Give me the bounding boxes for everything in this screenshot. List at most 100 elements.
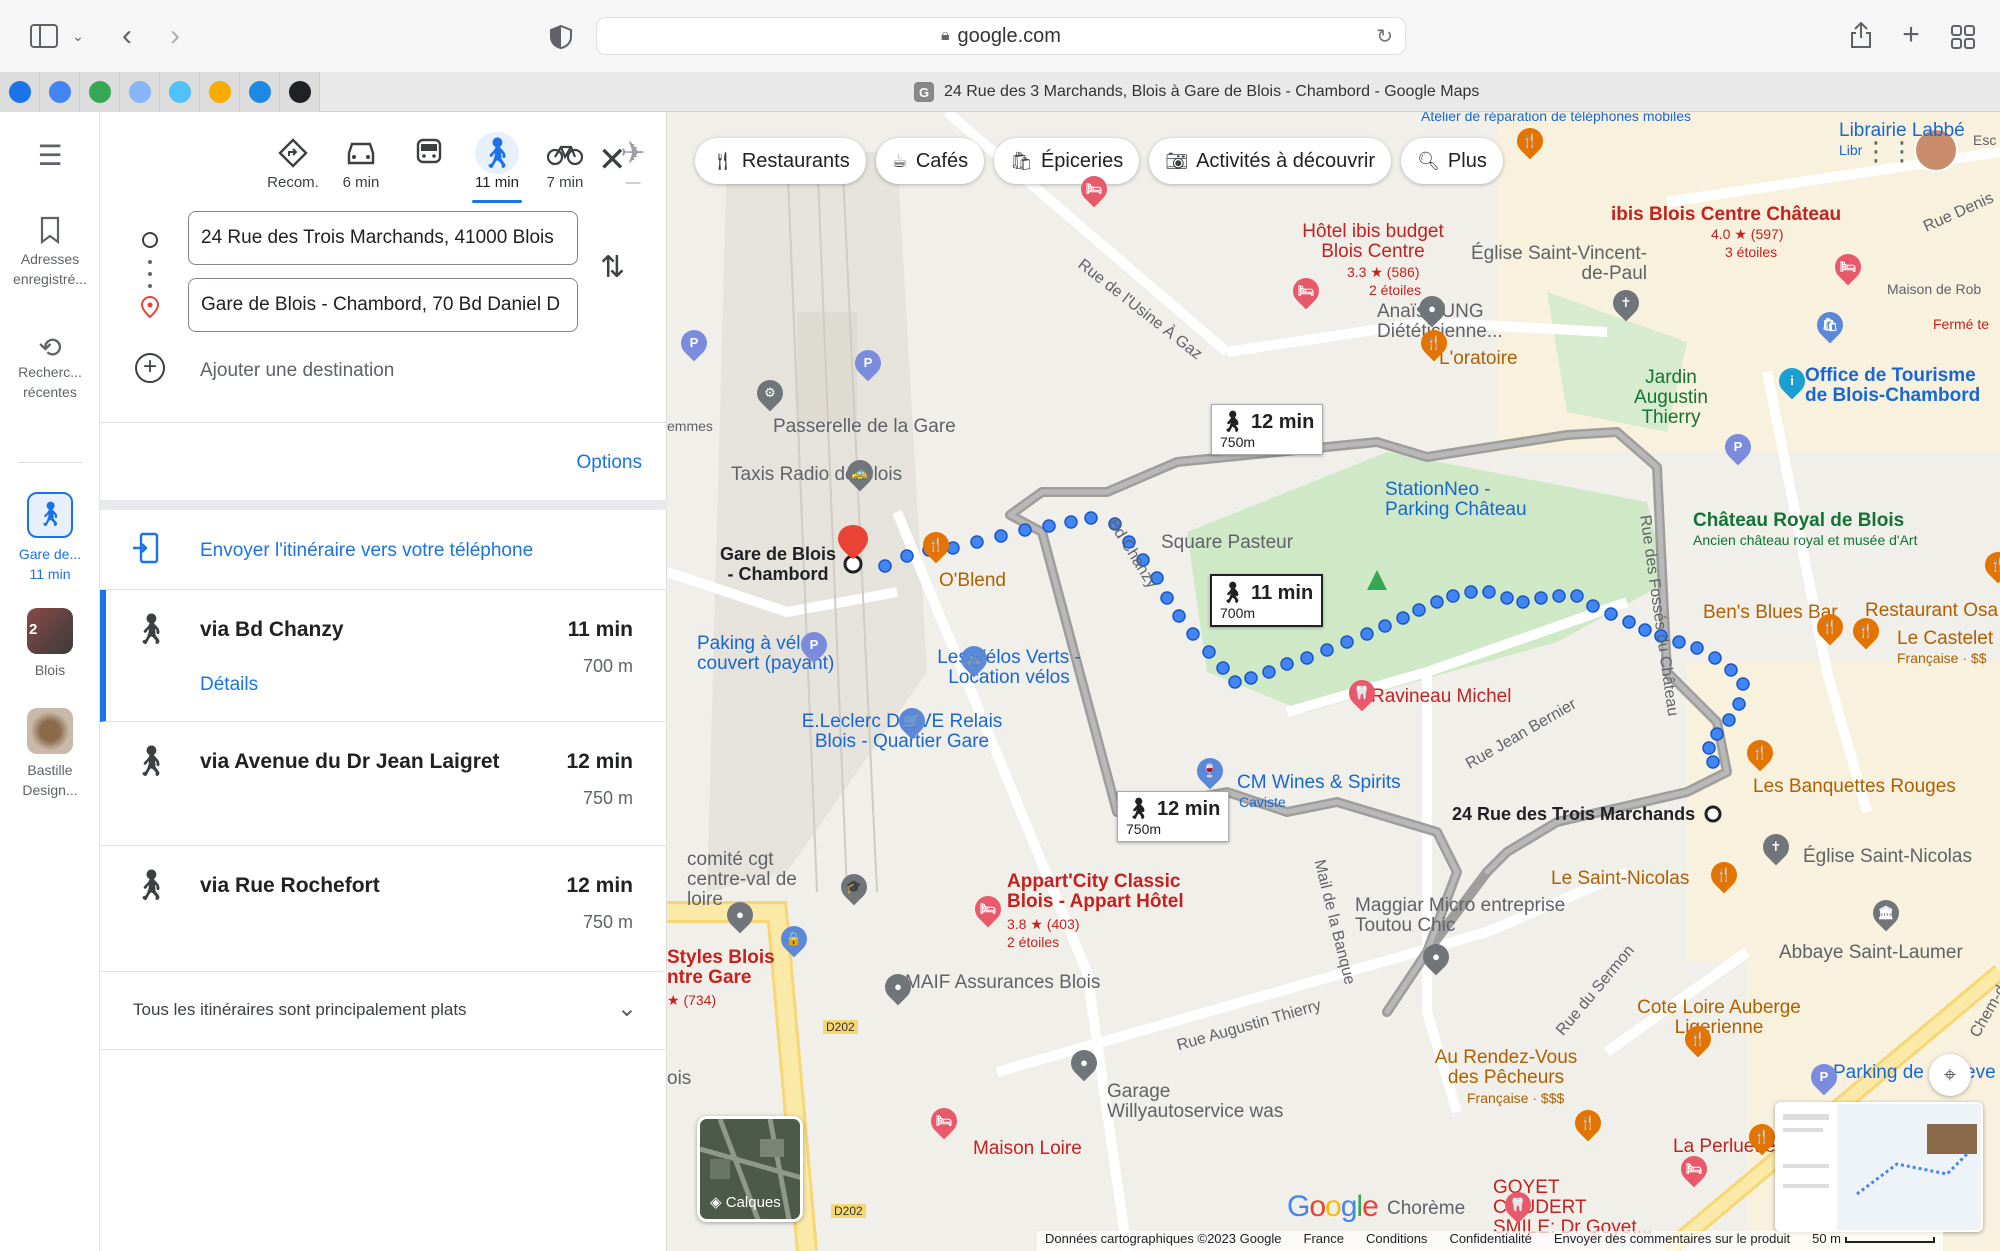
footer-terms[interactable]: Conditions — [1366, 1231, 1427, 1251]
maison-loire-label[interactable]: Maison Loire — [973, 1138, 1082, 1160]
origin-input[interactable]: 24 Rue des Trois Marchands, 41000 Blois — [188, 211, 578, 265]
banquettes-label[interactable]: Les Banquettes Rouges — [1753, 776, 1956, 798]
share-icon[interactable] — [1846, 18, 1876, 52]
velos-label[interactable]: Les Vélos Verts - Location vélos — [929, 648, 1089, 688]
maison-rob-label[interactable]: Maison de Rob — [1887, 280, 1997, 298]
education-pin-icon[interactable]: 🎓 — [835, 868, 873, 906]
hotel-pin-icon[interactable]: 🛏 — [1287, 272, 1325, 310]
destination-input[interactable]: Gare de Blois - Chambord, 70 Bd Daniel D — [188, 278, 578, 332]
wine-pin-icon[interactable]: 🍷 — [1191, 752, 1229, 790]
route-time-box-2[interactable]: 🚶︎ 11 min 700m — [1210, 574, 1324, 627]
pinned-tab-3[interactable] — [80, 72, 120, 112]
chip-groceries[interactable]: 🛍︎ Épiceries — [994, 138, 1140, 184]
maif-label[interactable]: MAIF Assurances Blois — [905, 972, 1100, 994]
restaurant-pin-icon[interactable]: 🍴 — [1569, 1104, 1607, 1142]
recent-item-gare[interactable]: 🚶︎ Gare de... 11 min — [0, 492, 100, 584]
restaurant-pin-icon[interactable]: 🍴 — [1511, 122, 1549, 160]
comite-label[interactable]: comité cgt centre-val de loire — [687, 850, 827, 910]
anais-label[interactable]: Anaïs LUNG Diététicienne... — [1377, 302, 1517, 342]
hotel-pin-icon[interactable]: 🛏 — [1829, 248, 1867, 286]
restaurant-pin-icon[interactable]: 🍴 — [1741, 734, 1779, 772]
footer-country[interactable]: France — [1304, 1231, 1344, 1251]
stationeo-label[interactable]: StationNeo - Parking Château — [1385, 480, 1535, 520]
new-tab-icon[interactable]: + — [1896, 18, 1926, 52]
shop-pin-icon[interactable]: 🛍 — [1811, 306, 1849, 344]
parking-pin-icon[interactable]: P — [675, 324, 713, 362]
eglise-sn-label[interactable]: Église Saint-Nicolas — [1803, 846, 1972, 868]
chip-more[interactable]: 🔍︎ Plus — [1401, 138, 1503, 184]
footer-feedback[interactable]: Envoyer des commentaires sur le produit — [1554, 1231, 1790, 1251]
close-directions-icon[interactable]: ✕ — [598, 140, 627, 180]
mode-bike[interactable]: 7 min — [530, 132, 600, 191]
mode-walk[interactable]: 🚶︎ 11 min — [462, 132, 532, 203]
route-option-3[interactable]: 🚶︎ via Rue Rochefort 12 min 750 m — [100, 846, 667, 972]
route-time-box-1[interactable]: 🚶︎ 12 min 750m — [1211, 404, 1324, 455]
maggiar-label[interactable]: Maggiar Micro entreprise Toutou Chic — [1355, 896, 1575, 936]
cm-wines-label[interactable]: CM Wines & Spirits — [1237, 772, 1401, 794]
choreme-label[interactable]: Chorème — [1387, 1198, 1465, 1220]
restaurant-pin-icon[interactable]: 🍴 — [1847, 612, 1885, 650]
chateau-label[interactable]: Château Royal de Blois — [1693, 510, 1904, 532]
pinned-tab-2[interactable] — [40, 72, 80, 112]
parking-pin-icon[interactable]: P — [1805, 1058, 1843, 1096]
parking-pin-icon[interactable]: P — [849, 344, 887, 382]
landmark-pin-icon[interactable]: 🏛 — [1867, 894, 1905, 932]
my-location-button[interactable]: ⌖ — [1929, 1054, 1971, 1096]
jardin-label[interactable]: Jardin Augustin Thierry — [1631, 368, 1711, 428]
place-pin-icon[interactable]: ● — [1065, 1044, 1103, 1082]
route-time-box-3[interactable]: 🚶︎ 12 min 750m — [1117, 791, 1230, 842]
privacy-shield-icon[interactable] — [546, 22, 576, 52]
route-1-details-link[interactable]: Détails — [200, 674, 258, 696]
chip-cafes[interactable]: ☕︎ Cafés — [875, 138, 985, 184]
librairie-label[interactable]: Librairie Labbé — [1839, 120, 1965, 142]
atelier-label[interactable]: Atelier de réparation de téléphones mobi… — [1421, 112, 1691, 124]
hotel-pin-icon[interactable]: 🛏 — [969, 890, 1007, 928]
restaurant-pin-icon[interactable]: 🍴 — [1679, 1020, 1717, 1058]
options-button[interactable]: Options — [577, 452, 642, 474]
address-bar[interactable]: 🔒︎ google.com ↻ — [596, 17, 1406, 55]
ravineau-label[interactable]: Ravineau Michel — [1371, 686, 1511, 708]
styles-label[interactable]: Styles Blois ntre Gare — [667, 948, 777, 988]
swap-waypoints-icon[interactable]: ⇅ — [600, 250, 625, 285]
sidebar-toggle-icon[interactable] — [26, 20, 62, 52]
back-icon[interactable]: ‹ — [112, 19, 142, 52]
taxi-pin-icon[interactable]: 🚕 — [841, 454, 879, 492]
shop-pin-icon[interactable]: 🔒 — [775, 920, 813, 958]
chip-restaurants[interactable]: 🍴︎ Restaurants — [695, 138, 866, 184]
restaurant-pin-icon[interactable]: 🍴 — [917, 526, 955, 564]
start-address-label[interactable]: 24 Rue des Trois Marchands — [1452, 804, 1695, 825]
pinned-tab-7[interactable] — [240, 72, 280, 112]
bicycle-pin-icon[interactable]: 🚲 — [955, 640, 993, 678]
parking-pin-icon[interactable]: P — [795, 626, 833, 664]
mode-recommended[interactable]: Recom. — [258, 132, 328, 191]
pinned-tab-6[interactable] — [200, 72, 240, 112]
saint-nicolas-label[interactable]: Le Saint-Nicolas — [1551, 868, 1689, 890]
reload-icon[interactable]: ↻ — [1376, 24, 1393, 49]
map-canvas[interactable]: 🍴︎ Restaurants ☕︎ Cafés 🛍︎ Épiceries 📷︎ Acti… — [667, 112, 2000, 1251]
castelet-label[interactable]: Le Castelet — [1897, 628, 1993, 650]
eglise-svp-label[interactable]: Église Saint-Vincent-de-Paul — [1467, 244, 1647, 284]
place-pin-icon[interactable]: ● — [721, 896, 759, 934]
forward-icon[interactable]: › — [160, 19, 190, 52]
recent-searches-button[interactable]: ⟲ Recherc... récentes — [0, 334, 100, 402]
oblend-label[interactable]: O'Blend — [939, 570, 1006, 592]
street-view-preview[interactable] — [1775, 1102, 1983, 1232]
saved-places-button[interactable]: Adresses enregistré... — [0, 216, 100, 289]
place-pin-icon[interactable]: ● — [1417, 938, 1455, 976]
church-pin-icon[interactable]: ✝ — [1757, 828, 1795, 866]
medical-pin-icon[interactable]: 🦷 — [1343, 674, 1381, 712]
gare-label[interactable]: Gare de Blois - Chambord — [719, 544, 837, 584]
restaurant-osa-label[interactable]: Restaurant Osa — [1865, 600, 1998, 622]
office-tourisme-label[interactable]: Office de Tourisme de Blois-Chambord — [1805, 366, 1995, 406]
abbaye-label[interactable]: Abbaye Saint-Laumer — [1779, 942, 1963, 964]
pinned-tab-1[interactable] — [0, 72, 40, 112]
place-pin-icon[interactable]: ● — [879, 968, 917, 1006]
medical-pin-icon[interactable]: 🦷 — [1499, 1186, 1537, 1224]
restaurant-pin-icon[interactable]: 🍴 — [1811, 608, 1849, 646]
parking-de-label[interactable]: Parking de — [1833, 1062, 1924, 1084]
footer-scale[interactable]: 50 m — [1812, 1231, 1935, 1251]
recent-item-blois[interactable]: 2 Blois — [0, 608, 100, 680]
place-pin-icon[interactable]: ● — [1413, 290, 1451, 328]
send-to-phone-row[interactable]: Envoyer l'itinéraire vers votre téléphon… — [100, 510, 667, 590]
menu-button[interactable]: ☰ — [0, 142, 100, 170]
